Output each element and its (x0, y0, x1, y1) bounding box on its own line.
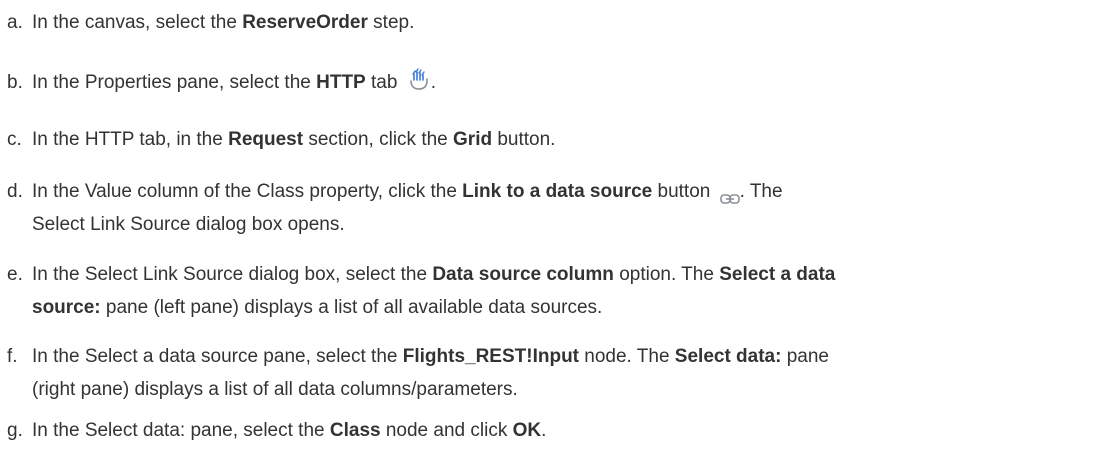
step-text-part: . (430, 72, 436, 93)
step-b: b. In the Properties pane, select the HTT… (7, 66, 1092, 99)
ui-element-name: Request (228, 129, 304, 150)
step-c: c. In the HTTP tab, in the Request sectio… (7, 123, 1092, 156)
step-text-part: In the canvas, select the (32, 12, 243, 33)
step-marker: g. (7, 420, 23, 441)
step-marker: f. (7, 346, 18, 367)
ui-element-name: Grid (453, 129, 493, 150)
step-text-part: tab (365, 72, 403, 93)
step-marker: c. (7, 129, 22, 150)
step-e: e. In the Select Link Source dialog box, … (7, 258, 1092, 324)
step-marker: b. (7, 72, 23, 93)
step-text: In the Properties pane, select the HTTP … (32, 68, 436, 93)
ui-element-name: Data source column (432, 264, 614, 285)
ui-element-name: Select data: (674, 346, 782, 367)
ui-element-name: Link to a data source (462, 181, 653, 202)
ui-element-name: Select a data (719, 264, 836, 285)
step-text-part: button (652, 181, 716, 202)
step-text-part: In the Select Link Source dialog box, se… (32, 264, 433, 285)
step-a: a. In the canvas, select the ReserveOrder… (7, 6, 1092, 39)
step-text: In the HTTP tab, in the Request section,… (32, 129, 555, 150)
step-text-part: In the Value column of the Class propert… (32, 181, 463, 202)
step-text-part: node. The (579, 346, 675, 367)
step-marker: d. (7, 181, 23, 202)
step-text-part: In the Select a data source pane, select… (32, 346, 403, 367)
step-text-part: pane (781, 346, 829, 367)
step-text-part: button. (492, 129, 556, 150)
step-text-continued: (right pane) displays a list of all data… (32, 379, 518, 400)
step-text: In the Select Link Source dialog box, se… (7, 264, 1092, 324)
step-text-part: In the HTTP tab, in the (32, 129, 229, 150)
ui-element-name: source: (32, 297, 101, 318)
step-text-part: step. (367, 12, 415, 33)
step-text-part: . The (739, 181, 783, 202)
link-icon (719, 183, 740, 204)
step-marker: a. (7, 12, 23, 33)
step-g: g. In the Select data: pane, select the C… (7, 414, 1092, 447)
step-text: In the Value column of the Class propert… (7, 181, 1092, 241)
step-text-part: In the Select data: pane, select the (32, 420, 330, 441)
step-text-part: In the Properties pane, select the (32, 72, 317, 93)
step-d: d. In the Value column of the Class prope… (7, 175, 1092, 241)
step-text-continued: source: pane (left pane) displays a list… (7, 291, 1092, 324)
step-text: In the Select a data source pane, select… (7, 346, 1092, 406)
ui-element-name: HTTP (316, 72, 366, 93)
step-text-part: section, click the (303, 129, 454, 150)
step-f: f. In the Select a data source pane, sele… (7, 340, 1092, 406)
ui-element-name: Flights_REST!Input (402, 346, 580, 367)
ui-element-name: ReserveOrder (242, 12, 368, 33)
step-marker: e. (7, 264, 23, 285)
step-text-part: pane (left pane) displays a list of all … (100, 297, 603, 318)
step-text-part: . (541, 420, 547, 441)
http-tab-icon (407, 67, 431, 91)
step-text-continued: Select Link Source dialog box opens. (32, 214, 345, 235)
step-text-part: option. The (613, 264, 720, 285)
step-text-part: node and click (380, 420, 513, 441)
step-text: In the Select data: pane, select the Cla… (32, 420, 546, 441)
step-text: In the canvas, select the ReserveOrder s… (32, 12, 414, 33)
ui-element-name: Class (329, 420, 381, 441)
ui-element-name: OK (512, 420, 542, 441)
